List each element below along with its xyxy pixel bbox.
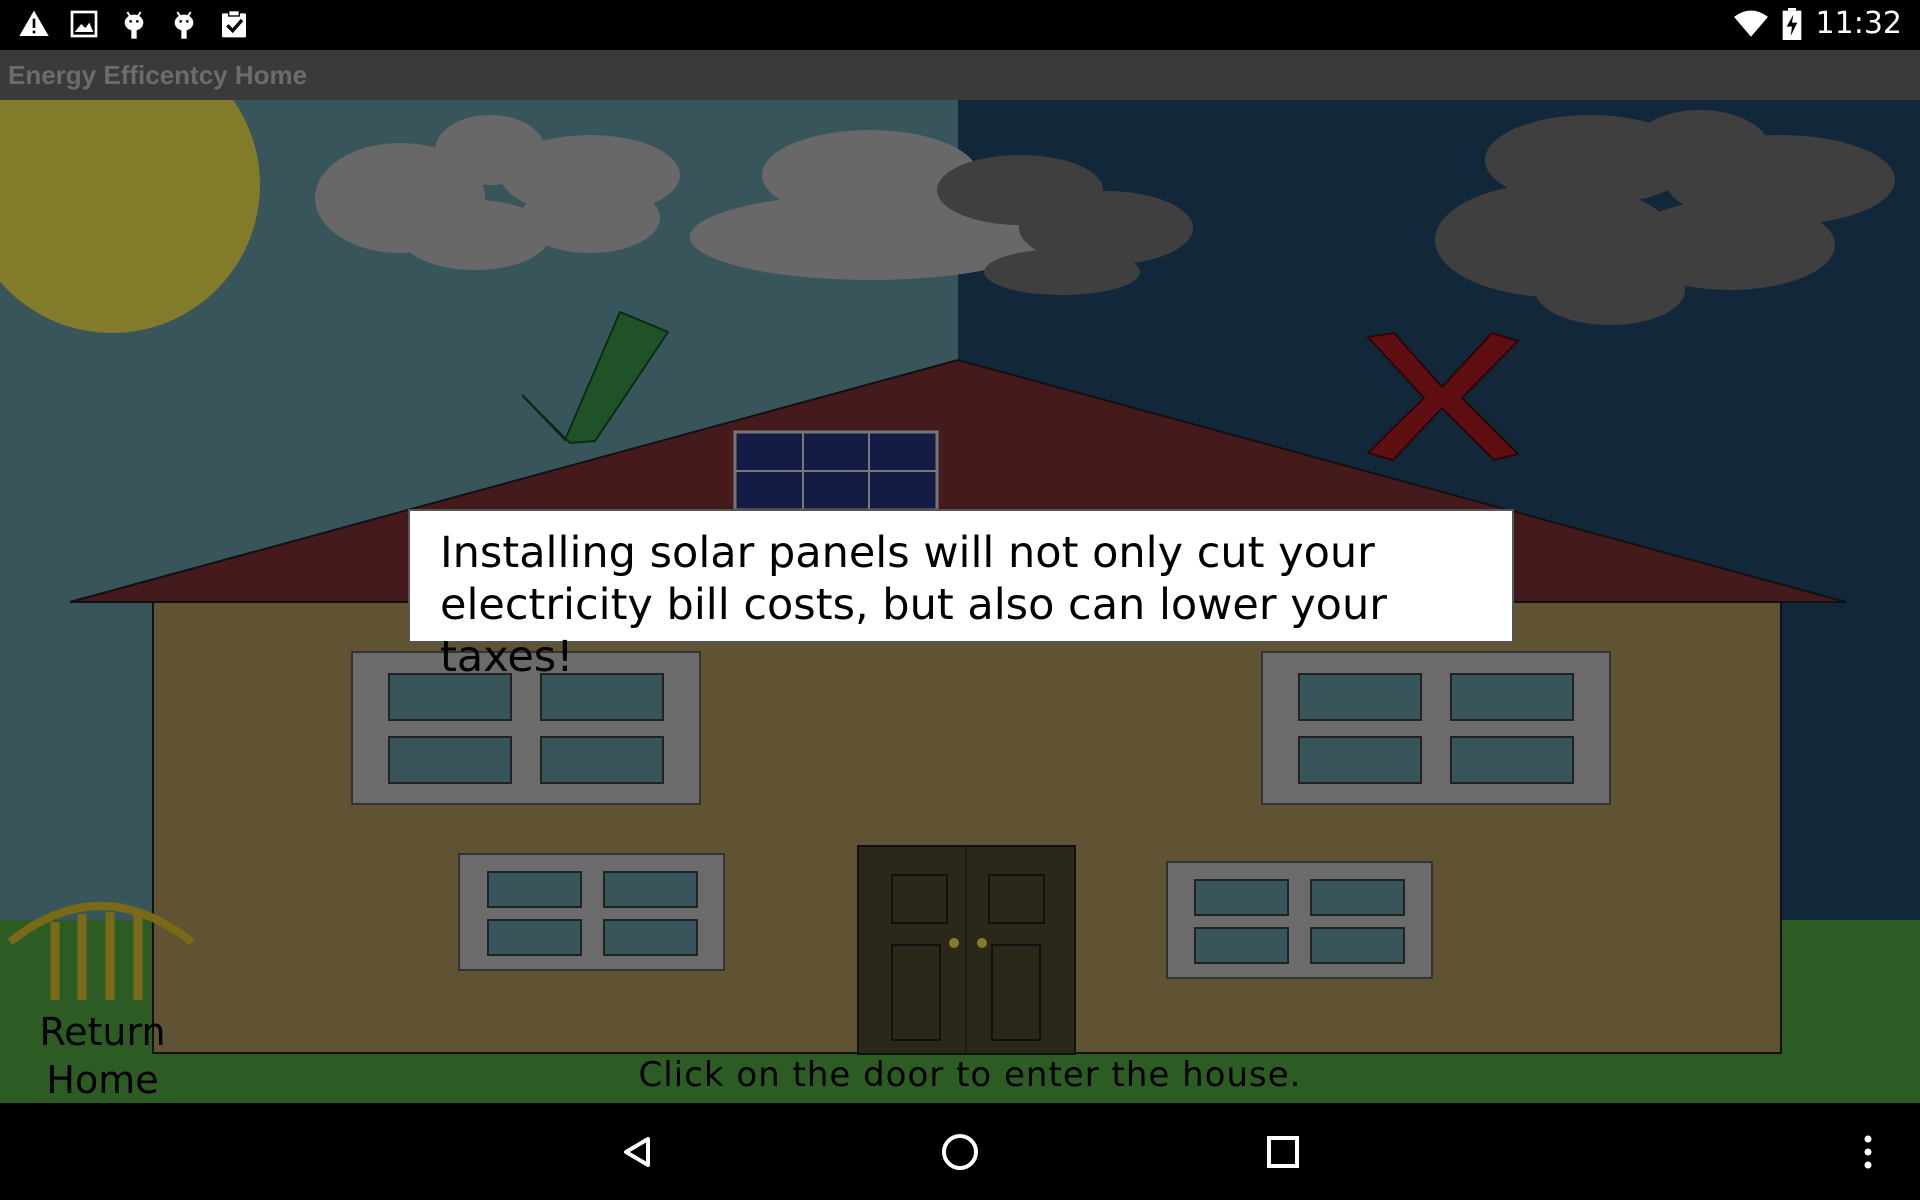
notification-icons — [18, 8, 250, 40]
door-knob — [977, 938, 987, 948]
info-dialog[interactable]: Installing solar panels will not only cu… — [408, 509, 1514, 682]
battery-charging-icon — [1782, 7, 1801, 40]
clipboard-check-icon — [222, 10, 246, 38]
hint-text: Click on the door to enter the house. — [638, 1055, 1302, 1095]
app-bar: Energy Efficentcy Home — [0, 50, 1920, 100]
android-icon — [174, 11, 194, 39]
recents-icon[interactable] — [1258, 1127, 1308, 1177]
window — [458, 853, 725, 971]
app-title: Energy Efficentcy Home — [8, 60, 308, 90]
status-time: 11:32 — [1815, 6, 1902, 41]
home-icon[interactable] — [935, 1127, 985, 1177]
house-scene: Installing solar panels will not only cu… — [0, 100, 1920, 1103]
status-right: 11:32 — [1733, 6, 1902, 41]
back-icon[interactable] — [612, 1127, 662, 1177]
overflow-menu-icon[interactable] — [1843, 1127, 1893, 1177]
status-bar: 11:32 — [0, 0, 1920, 50]
warning-icon — [19, 10, 49, 36]
wifi-icon — [1733, 10, 1768, 37]
android-icon — [124, 11, 144, 39]
solar-panel — [733, 430, 939, 512]
front-door[interactable] — [857, 845, 1077, 1055]
door-knob — [949, 938, 959, 948]
image-icon — [70, 10, 98, 38]
navigation-bar — [0, 1103, 1920, 1200]
window — [1166, 861, 1433, 979]
window — [1261, 651, 1611, 805]
